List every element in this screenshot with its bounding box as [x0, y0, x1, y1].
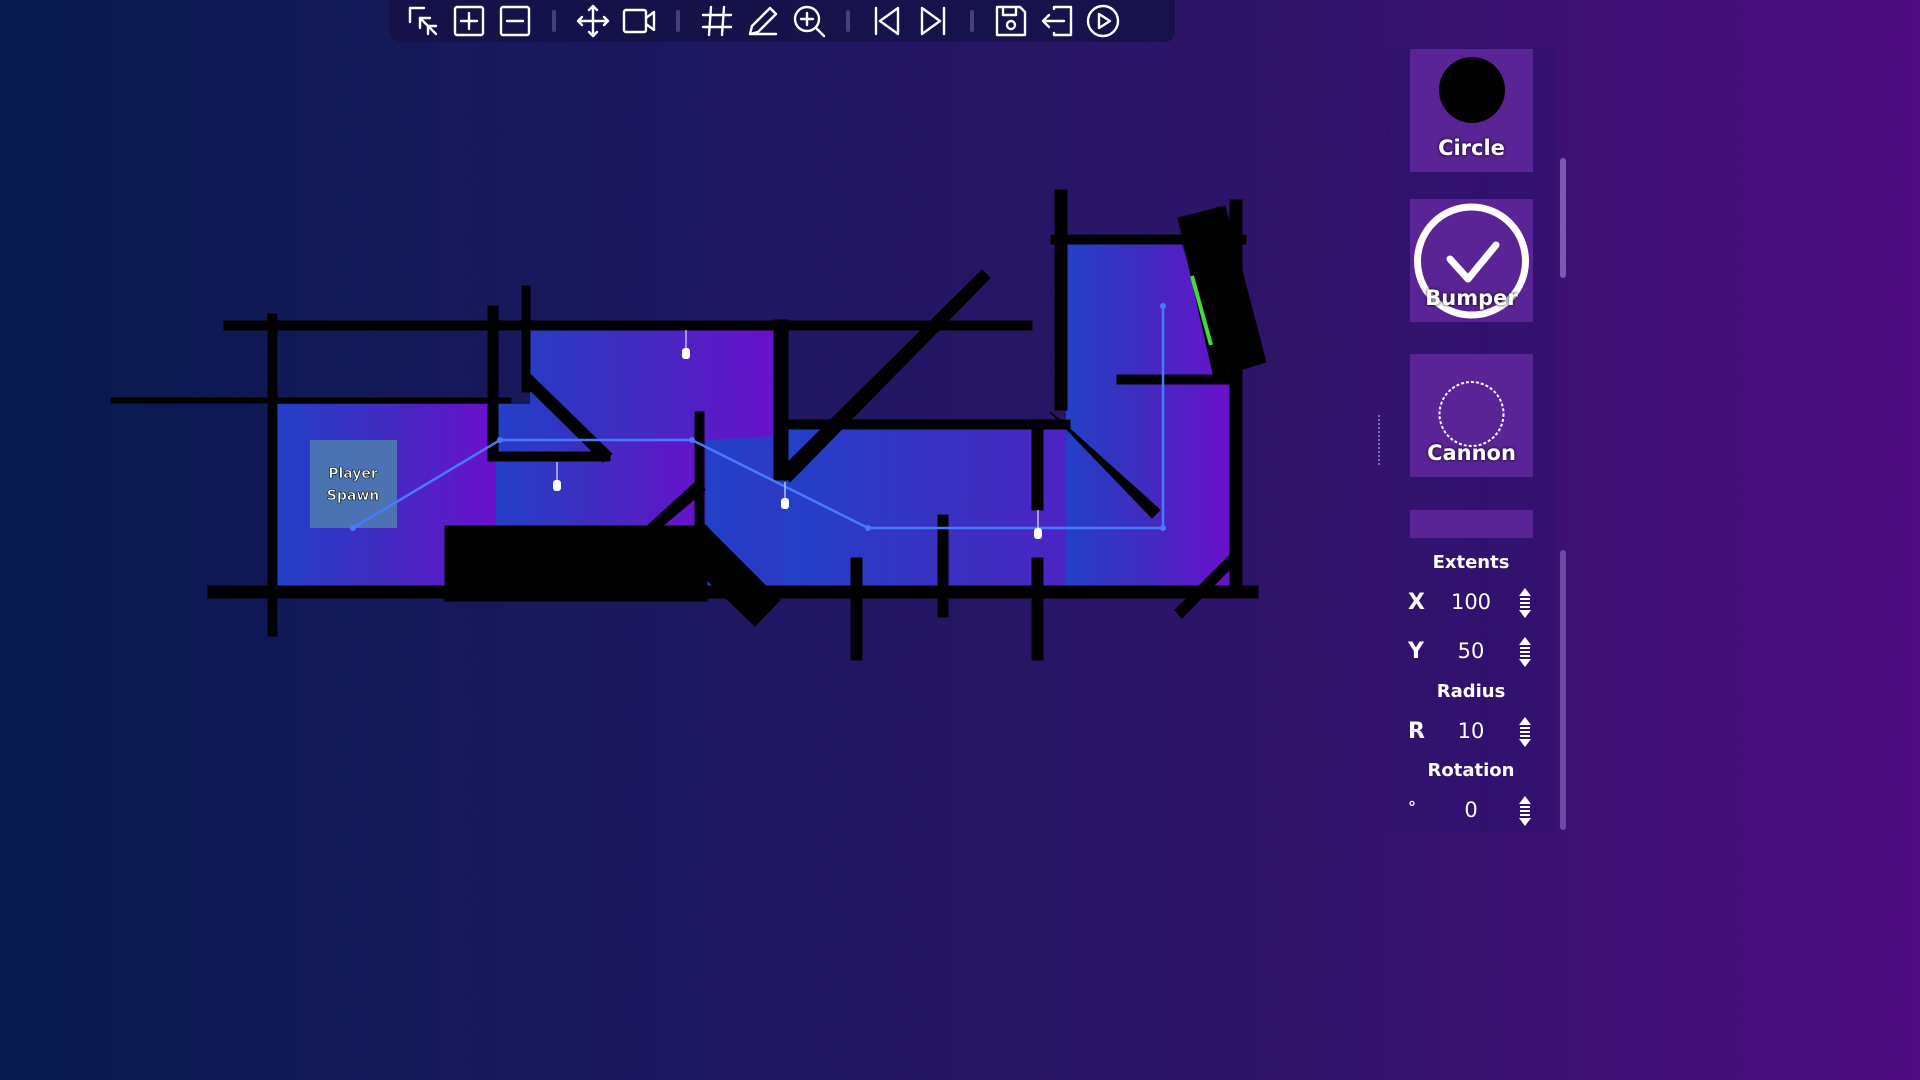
- tile-more[interactable]: [1410, 510, 1533, 538]
- play-icon[interactable]: [1083, 1, 1123, 41]
- toolbar-separator: [846, 10, 850, 32]
- scrollbar-thumb[interactable]: [1560, 158, 1566, 278]
- extent-y-row: Y 50: [1386, 635, 1556, 671]
- player-spawn-label: Player: [328, 466, 378, 482]
- y-value-input[interactable]: 50: [1441, 639, 1501, 663]
- player-spawn-label-2: Spawn: [327, 488, 379, 504]
- tile-cannon-label: Cannon: [1427, 441, 1516, 465]
- skip-forward-icon[interactable]: [913, 1, 953, 41]
- move-icon[interactable]: [573, 1, 613, 41]
- circle-icon: [1438, 57, 1505, 123]
- y-stepper[interactable]: [1517, 635, 1533, 669]
- r-key: R: [1408, 719, 1425, 744]
- rotation-heading: Rotation: [1427, 760, 1515, 781]
- toolbar-separator: [552, 10, 556, 32]
- editor-toolbar: [390, 0, 1175, 42]
- select-icon[interactable]: [403, 1, 443, 41]
- scrollbar-thumb-lower[interactable]: [1560, 550, 1566, 830]
- tile-circle-label: Circle: [1438, 136, 1505, 160]
- radius-heading: Radius: [1436, 681, 1506, 702]
- radius-row: R 10: [1386, 715, 1556, 751]
- r-stepper[interactable]: [1517, 715, 1533, 749]
- tile-circle[interactable]: Circle: [1410, 49, 1533, 172]
- tile-bumper[interactable]: Bumper: [1410, 199, 1533, 322]
- pencil-icon[interactable]: [743, 1, 783, 41]
- panel-scrollbar[interactable]: [1560, 50, 1566, 830]
- x-value-input[interactable]: 100: [1441, 590, 1501, 614]
- tile-bumper-label: Bumper: [1425, 286, 1518, 310]
- toolbar-separator: [676, 10, 680, 32]
- properties-panel: Circle Bumper Cannon Extents X 100 Y 50 …: [1386, 48, 1556, 832]
- r-value-input[interactable]: 10: [1441, 719, 1501, 743]
- toolbar-separator: [970, 10, 974, 32]
- minus-square-icon[interactable]: [495, 1, 535, 41]
- x-key: X: [1408, 590, 1425, 615]
- tile-cannon[interactable]: Cannon: [1410, 354, 1533, 477]
- grid-icon[interactable]: [697, 1, 737, 41]
- floor-area: [276, 240, 1230, 595]
- panel-resize-handle[interactable]: [1378, 415, 1386, 465]
- y-key: Y: [1408, 639, 1424, 664]
- rotation-stepper[interactable]: [1517, 794, 1533, 828]
- rotation-key: °: [1408, 798, 1416, 817]
- player-spawn[interactable]: [310, 440, 397, 528]
- level-canvas[interactable]: Player Spawn: [0, 0, 1380, 882]
- zoom-in-icon[interactable]: [789, 1, 829, 41]
- rotation-value-input[interactable]: 0: [1441, 798, 1501, 822]
- camera-icon[interactable]: [619, 1, 659, 41]
- x-stepper[interactable]: [1517, 586, 1533, 620]
- exit-icon[interactable]: [1037, 1, 1077, 41]
- skip-back-icon[interactable]: [867, 1, 907, 41]
- extents-heading: Extents: [1432, 552, 1510, 573]
- save-icon[interactable]: [991, 1, 1031, 41]
- plus-square-icon[interactable]: [449, 1, 489, 41]
- extent-x-row: X 100: [1386, 586, 1556, 622]
- rotation-row: ° 0: [1386, 794, 1556, 830]
